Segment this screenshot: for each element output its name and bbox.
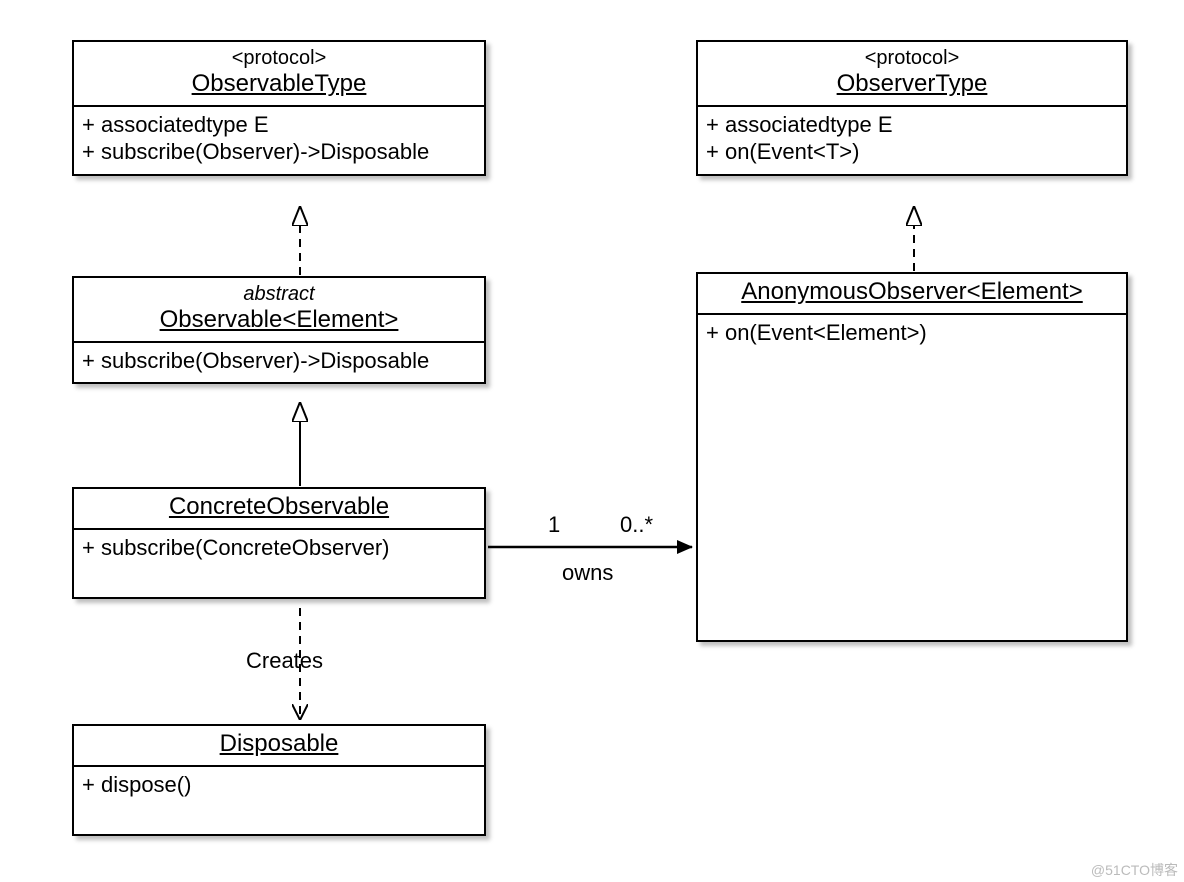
class-name-label: Disposable — [220, 730, 339, 757]
uml-canvas: <protocol> ObservableType + associatedty… — [0, 0, 1184, 882]
member: + subscribe(Observer)->Disposable — [82, 347, 476, 375]
class-body: + dispose() — [74, 767, 484, 834]
class-name-label: Observable<Element> — [160, 306, 399, 333]
member-spacer — [82, 561, 476, 589]
relation-owns-mult-left: 1 — [548, 512, 560, 538]
class-body: + on(Event<Element>) — [698, 315, 1126, 355]
class-head: <protocol> ObservableType — [74, 42, 484, 107]
class-observable-type: <protocol> ObservableType + associatedty… — [72, 40, 486, 176]
member: + associatedtype E — [706, 111, 1118, 139]
class-concrete-observable: ConcreteObservable + subscribe(ConcreteO… — [72, 487, 486, 599]
member: + associatedtype E — [82, 111, 476, 139]
class-body: + subscribe(Observer)->Disposable — [74, 343, 484, 383]
member-spacer — [82, 798, 476, 826]
class-head: <protocol> ObserverType — [698, 42, 1126, 107]
class-disposable: Disposable + dispose() — [72, 724, 486, 836]
class-body: + associatedtype E + subscribe(Observer)… — [74, 107, 484, 174]
class-body: + associatedtype E + on(Event<T>) — [698, 107, 1126, 174]
member: + subscribe(Observer)->Disposable — [82, 138, 476, 166]
class-name-label: ObserverType — [837, 70, 988, 97]
class-name-label: ConcreteObservable — [169, 493, 389, 520]
class-name-label: ObservableType — [192, 70, 367, 97]
class-head: AnonymousObserver<Element> — [698, 274, 1126, 315]
relation-owns-mult-right: 0..* — [620, 512, 653, 538]
stereotype-label: <protocol> — [704, 46, 1120, 70]
member: + subscribe(ConcreteObserver) — [82, 534, 476, 562]
member: + on(Event<T>) — [706, 138, 1118, 166]
class-observer-type: <protocol> ObserverType + associatedtype… — [696, 40, 1128, 176]
class-body: + subscribe(ConcreteObserver) — [74, 530, 484, 597]
relation-creates-label: Creates — [246, 648, 323, 674]
class-head: abstract Observable<Element> — [74, 278, 484, 343]
class-name-label: AnonymousObserver<Element> — [741, 278, 1083, 305]
class-head: ConcreteObservable — [74, 489, 484, 530]
member: + on(Event<Element>) — [706, 319, 1118, 347]
abstract-label: abstract — [80, 282, 478, 306]
class-head: Disposable — [74, 726, 484, 767]
class-observable: abstract Observable<Element> + subscribe… — [72, 276, 486, 384]
watermark-label: @51CTO博客 — [1091, 860, 1178, 880]
member: + dispose() — [82, 771, 476, 799]
relation-owns-label: owns — [562, 560, 613, 586]
class-anonymous-observer: AnonymousObserver<Element> + on(Event<El… — [696, 272, 1128, 642]
stereotype-label: <protocol> — [80, 46, 478, 70]
